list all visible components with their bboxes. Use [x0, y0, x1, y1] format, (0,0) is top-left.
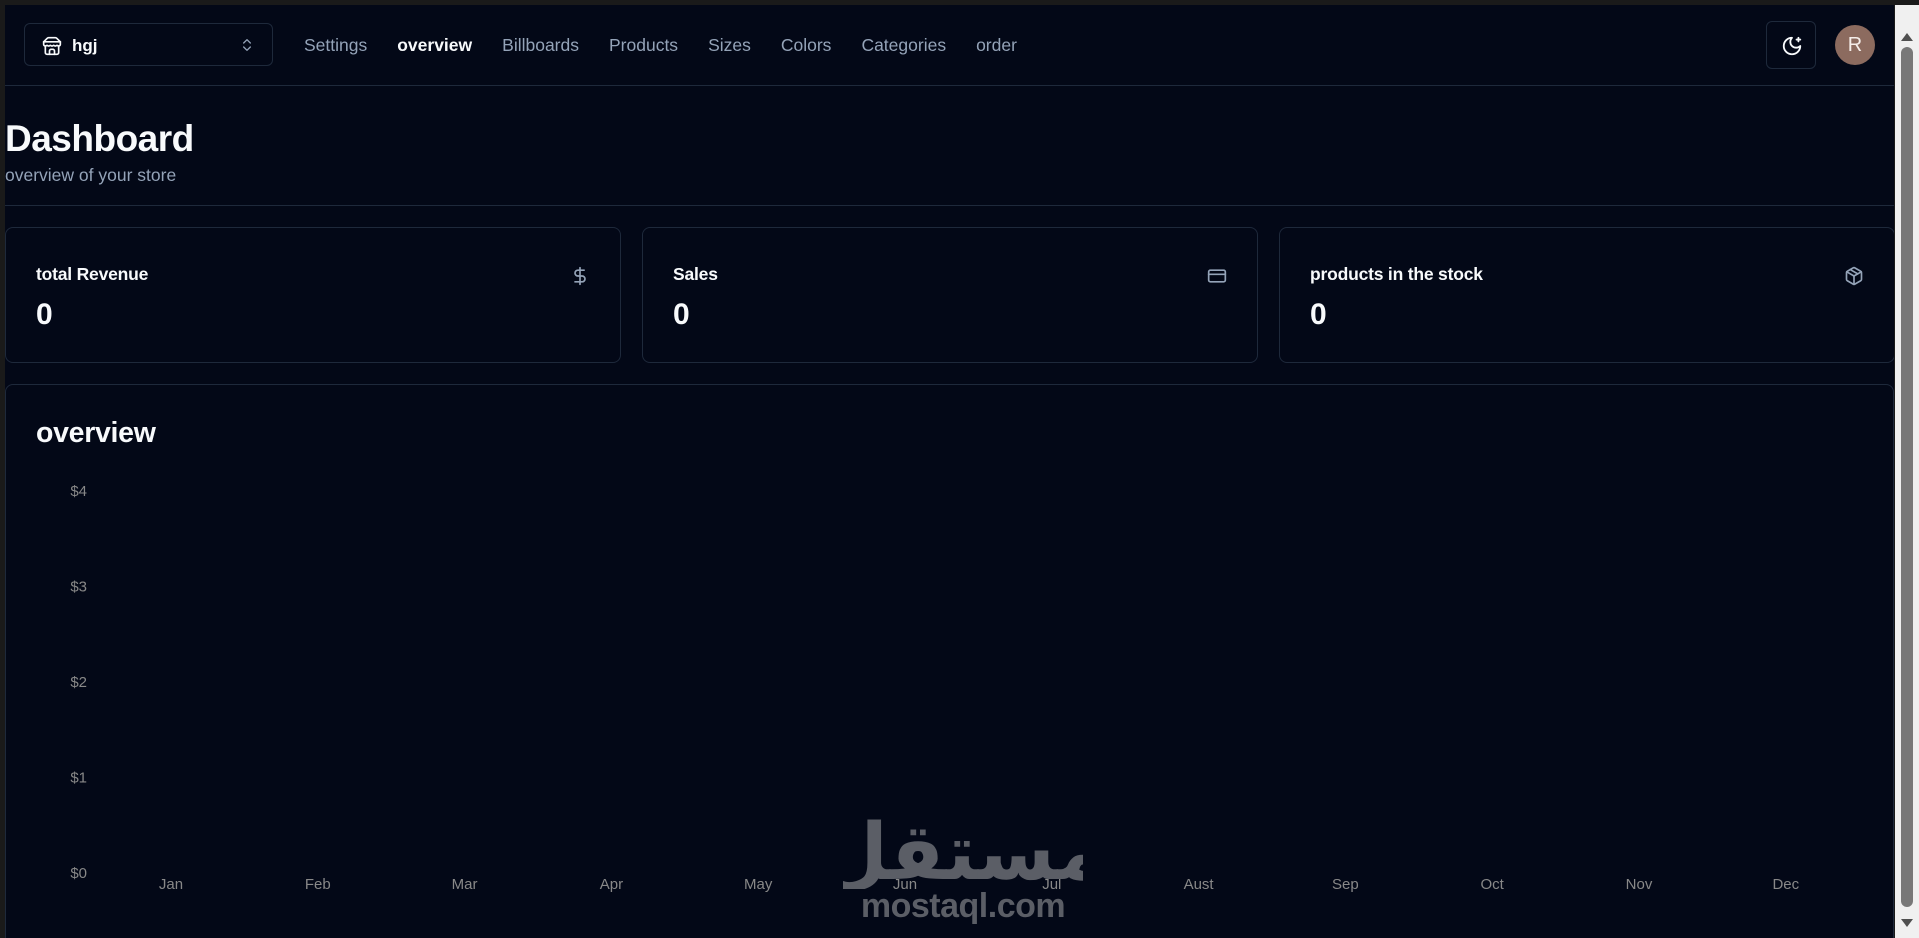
nav-link-settings[interactable]: Settings	[304, 35, 367, 56]
x-tick-label: Apr	[600, 876, 623, 893]
y-tick-label: $4	[70, 483, 87, 500]
page-heading: Dashboard overview of your store	[5, 117, 194, 186]
scroll-thumb[interactable]	[1901, 47, 1913, 907]
x-tick-label: Dec	[1772, 876, 1799, 893]
watermark-logo: مستقل	[820, 808, 1105, 898]
chevrons-up-down-icon	[243, 39, 251, 51]
y-tick-label: $2	[70, 674, 87, 691]
x-tick-label: Aust	[1184, 876, 1215, 893]
nav-link-categories[interactable]: Categories	[861, 35, 946, 56]
nav-link-products[interactable]: Products	[609, 35, 678, 56]
stat-card-label: Sales	[673, 264, 718, 284]
stat-card-value: 0	[36, 298, 53, 331]
x-tick-label: Jan	[159, 876, 183, 893]
dollar-sign-icon	[574, 266, 586, 286]
stat-card-sales: Sales 0	[642, 227, 1258, 363]
stat-card-products-in-stock: products in the stock 0	[1279, 227, 1894, 363]
package-icon	[1845, 266, 1863, 286]
user-avatar[interactable]: R	[1835, 25, 1875, 65]
page-subtitle: overview of your store	[5, 165, 177, 185]
nav-link-sizes[interactable]: Sizes	[708, 35, 751, 56]
watermark-text: mostaql.com	[860, 887, 1066, 925]
scroll-up-arrow-icon[interactable]	[1901, 33, 1913, 41]
stat-card-label: products in the stock	[1310, 264, 1483, 284]
theme-toggle-button[interactable]	[1766, 21, 1816, 69]
heading-separator	[5, 205, 1894, 206]
store-icon	[42, 36, 62, 56]
nav-link-colors[interactable]: Colors	[781, 35, 832, 56]
nav-link-order[interactable]: order	[976, 35, 1017, 56]
x-tick-label: Feb	[305, 876, 331, 893]
y-tick-label: $3	[70, 579, 87, 596]
stat-card-value: 0	[673, 298, 690, 331]
x-tick-label: May	[744, 876, 773, 893]
x-tick-label: Mar	[452, 876, 478, 893]
app-window: hgj Settings overview Billboards Product…	[5, 5, 1894, 938]
store-name: hgj	[72, 36, 98, 55]
x-tick-label: Nov	[1626, 876, 1653, 893]
vertical-scrollbar[interactable]	[1895, 5, 1919, 938]
watermark-arabic: مستقل	[843, 809, 1083, 889]
moon-stars-icon	[1782, 36, 1802, 56]
y-tick-label: $1	[70, 770, 87, 787]
credit-card-icon	[1207, 269, 1227, 283]
stat-card-total-revenue: total Revenue 0	[5, 227, 621, 363]
stat-card-value: 0	[1310, 298, 1327, 331]
stat-card-label: total Revenue	[36, 264, 149, 284]
y-tick-label: $0	[70, 865, 87, 882]
x-tick-label: Sep	[1332, 876, 1359, 893]
nav-link-billboards[interactable]: Billboards	[502, 35, 579, 56]
page-title: Dashboard	[5, 118, 194, 159]
x-tick-label: Oct	[1481, 876, 1505, 893]
store-switcher[interactable]: hgj	[24, 23, 273, 66]
nav-link-overview[interactable]: overview	[397, 35, 472, 56]
main-nav: Settings overview Billboards Products Si…	[304, 5, 1047, 85]
scroll-down-arrow-icon[interactable]	[1901, 919, 1913, 927]
watermark: مستقل mostaql.com	[820, 808, 1105, 925]
navbar: hgj Settings overview Billboards Product…	[5, 5, 1894, 86]
